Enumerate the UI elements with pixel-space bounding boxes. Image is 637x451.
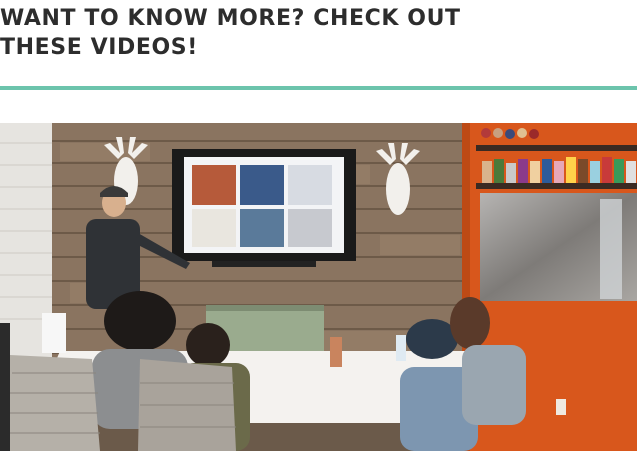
section-heading: WANT TO KNOW MORE? CHECK OUT THESE VIDEO…: [0, 4, 600, 62]
section-heading-line-1: WANT TO KNOW MORE? CHECK OUT: [0, 6, 461, 31]
section-heading-line-2: THESE VIDEOS!: [0, 35, 198, 60]
section-divider: [0, 86, 637, 90]
video-thumbnail-photo[interactable]: [0, 123, 637, 451]
